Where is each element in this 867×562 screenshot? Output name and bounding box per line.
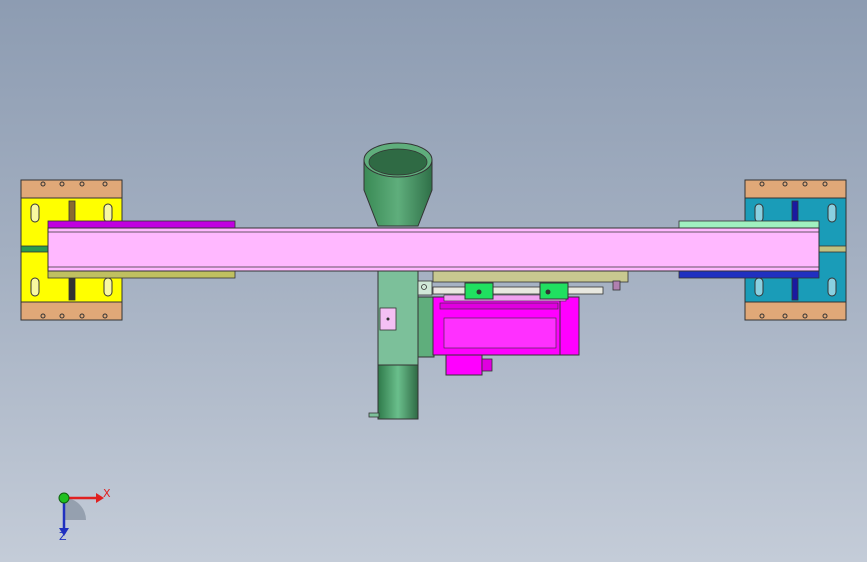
left-tension-bar-top [68, 200, 76, 224]
right-top-side-rail [678, 220, 820, 229]
y-axis-dot [58, 492, 70, 504]
left-top-side-rail [47, 220, 236, 229]
flange-block [417, 280, 433, 296]
motor-terminal-box [445, 354, 483, 376]
cad-viewport[interactable]: X Z [0, 0, 867, 562]
conveyor-belt[interactable] [47, 227, 820, 272]
bracket-left-bolt [476, 289, 482, 295]
motor-coupling [417, 296, 435, 358]
motor-connector [481, 358, 493, 372]
x-axis-label: X [103, 487, 111, 500]
motor-fin-top [439, 302, 559, 310]
center-support-rail [432, 269, 629, 283]
left-shaft-end [20, 245, 50, 253]
left-tension-bar-bottom [68, 277, 76, 301]
blower-housing-lower [377, 364, 419, 420]
motor-fin-panel [443, 317, 557, 349]
right-bottom-side-rail [678, 270, 820, 279]
motor-flange [559, 296, 580, 356]
right-shaft-end [817, 245, 847, 253]
blower-port-dot [386, 317, 390, 321]
z-axis-label: Z [59, 530, 67, 543]
blower-foot [368, 412, 380, 418]
model-view[interactable] [0, 0, 867, 562]
center-guide-strip [432, 286, 604, 295]
left-bottom-side-rail [47, 270, 236, 279]
hopper-rim-inner [368, 148, 428, 176]
right-tension-bar-bottom [791, 277, 799, 301]
drive-motor[interactable] [417, 294, 580, 376]
bracket-right [539, 282, 569, 300]
right-tension-bar-top [791, 200, 799, 224]
bracket-right-bolt [545, 289, 551, 295]
rail-pin [612, 280, 621, 291]
